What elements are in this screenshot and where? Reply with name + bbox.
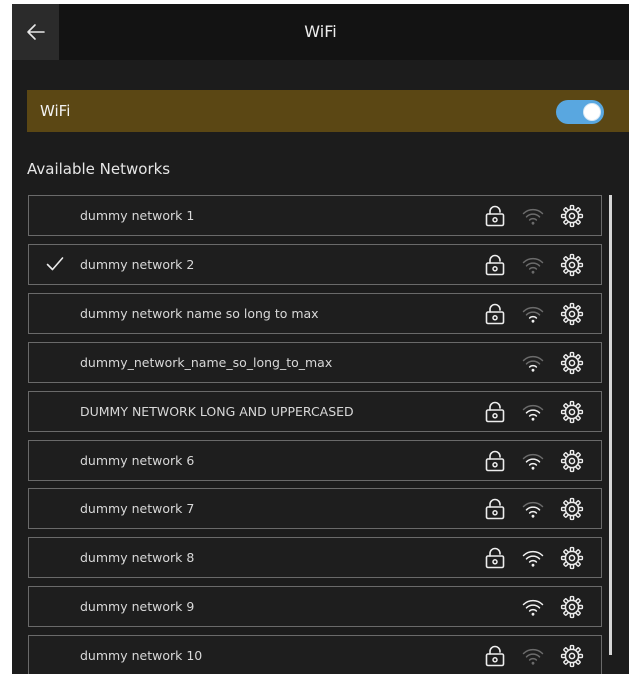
gear-icon[interactable] (560, 253, 584, 277)
gear-icon[interactable] (560, 644, 584, 668)
wifi-signal-icon (521, 400, 545, 424)
checkmark-icon (46, 256, 64, 272)
scrollbar[interactable] (609, 195, 612, 655)
network-list-item[interactable]: DUMMY NETWORK LONG AND UPPERCASED (28, 391, 602, 432)
wifi-toggle-row[interactable]: WiFi (27, 90, 629, 132)
network-list-item[interactable]: dummy network 8 (28, 537, 602, 578)
wifi-signal-icon (521, 253, 545, 277)
network-list-item[interactable]: dummy network 2 (28, 244, 602, 285)
network-name: dummy network 6 (80, 453, 195, 468)
network-name: dummy network 7 (80, 501, 195, 516)
network-list-item[interactable]: dummy network 9 (28, 586, 602, 627)
wifi-toggle-label: WiFi (40, 102, 71, 120)
lock-icon (483, 449, 507, 473)
wifi-signal-icon (521, 204, 545, 228)
available-networks-heading: Available Networks (27, 160, 171, 178)
network-list-item[interactable]: dummy network name so long to max (28, 293, 602, 334)
lock-icon (483, 253, 507, 277)
network-name: dummy network 2 (80, 257, 195, 272)
network-name: dummy_network_name_so_long_to_max (80, 355, 333, 370)
wifi-signal-icon (521, 595, 545, 619)
network-name: dummy network 8 (80, 550, 195, 565)
wifi-signal-icon (521, 449, 545, 473)
page-title: WiFi (304, 22, 337, 41)
lock-icon (483, 302, 507, 326)
gear-icon[interactable] (560, 595, 584, 619)
lock-icon (483, 400, 507, 424)
gear-icon[interactable] (560, 204, 584, 228)
wifi-signal-icon (521, 351, 545, 375)
lock-icon (483, 644, 507, 668)
lock-icon (483, 546, 507, 570)
network-list-item[interactable]: dummy_network_name_so_long_to_max (28, 342, 602, 383)
wifi-signal-icon (521, 644, 545, 668)
lock-icon (483, 497, 507, 521)
network-list-item[interactable]: dummy network 10 (28, 635, 602, 674)
top-bar: WiFi (12, 4, 629, 60)
wifi-settings-screen: WiFi WiFi Available Networks dummy netwo… (12, 4, 629, 674)
gear-icon[interactable] (560, 351, 584, 375)
network-list-item[interactable]: dummy network 1 (28, 195, 602, 236)
network-list-item[interactable]: dummy network 7 (28, 488, 602, 529)
network-list-item[interactable]: dummy network 6 (28, 440, 602, 481)
network-name: dummy network 9 (80, 599, 195, 614)
network-name: dummy network name so long to max (80, 306, 319, 321)
gear-icon[interactable] (560, 400, 584, 424)
wifi-signal-icon (521, 497, 545, 521)
gear-icon[interactable] (560, 302, 584, 326)
wifi-toggle-switch[interactable] (556, 100, 604, 124)
network-name: DUMMY NETWORK LONG AND UPPERCASED (80, 404, 354, 419)
network-name: dummy network 10 (80, 648, 203, 663)
gear-icon[interactable] (560, 546, 584, 570)
toggle-knob (583, 103, 601, 121)
gear-icon[interactable] (560, 449, 584, 473)
wifi-signal-icon (521, 302, 545, 326)
lock-icon (483, 204, 507, 228)
network-name: dummy network 1 (80, 208, 195, 223)
gear-icon[interactable] (560, 497, 584, 521)
wifi-signal-icon (521, 546, 545, 570)
